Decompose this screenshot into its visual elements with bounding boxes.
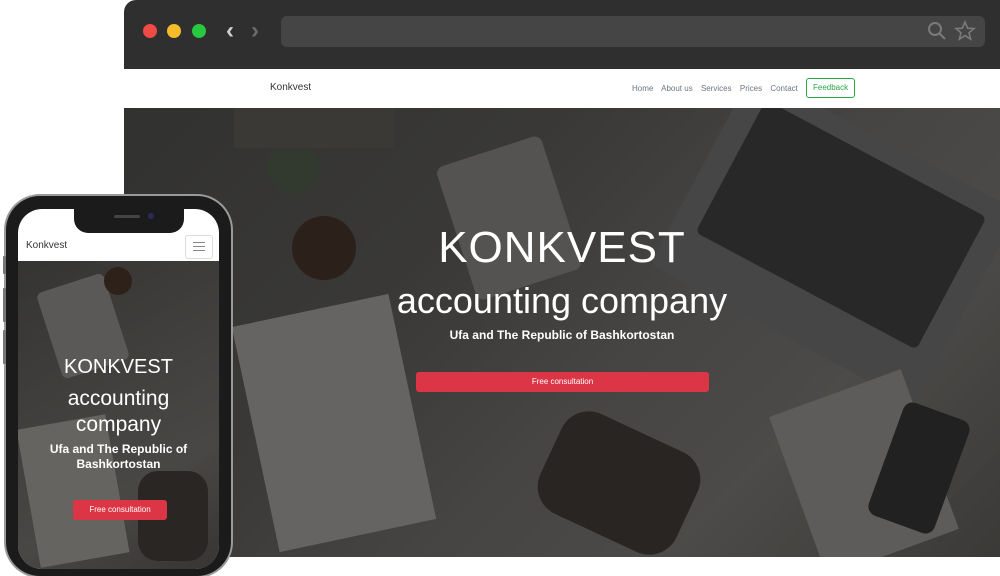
camera-icon [148, 213, 154, 219]
mobile-site-header: Konkvest [18, 233, 219, 262]
minimize-window-button[interactable] [167, 24, 181, 38]
phone-side-button [3, 330, 6, 364]
hero-subtitle: accounting company [396, 280, 728, 321]
hero-title: KONKVEST [438, 223, 686, 272]
browser-toolbar: ‹ › [124, 0, 1000, 69]
mobile-hero-title: KONKVEST [64, 356, 173, 378]
site-nav: Home About us Services Prices Contact [632, 84, 804, 93]
feedback-button[interactable]: Feedback [806, 78, 856, 98]
mobile-hero-subtitle: accounting company [67, 387, 170, 436]
star-icon[interactable] [954, 20, 976, 42]
nav-link-home[interactable]: Home [632, 84, 653, 93]
mobile-free-consultation-button[interactable]: Free consultation [73, 500, 167, 520]
mobile-hero-section: KONKVEST accounting company Ufa and The … [18, 261, 219, 569]
phone-notch [74, 209, 184, 233]
nav-link-prices[interactable]: Prices [740, 84, 762, 93]
hero-location: Ufa and The Republic of Bashkortostan [449, 328, 675, 342]
phone-side-button [3, 288, 6, 322]
chevron-left-icon[interactable]: ‹ [226, 17, 234, 45]
chevron-right-icon[interactable]: › [251, 17, 259, 45]
phone-speaker [114, 215, 140, 218]
mobile-hero-location: Ufa and The Republic of Bashkortostan [49, 442, 188, 471]
maximize-window-button[interactable] [192, 24, 206, 38]
free-consultation-button[interactable]: Free consultation [416, 372, 709, 392]
nav-link-services[interactable]: Services [701, 84, 732, 93]
desktop-browser-mockup: ‹ › Konkvest Home About us Services Pric… [124, 0, 1000, 557]
nav-link-contact[interactable]: Contact [770, 84, 798, 93]
site-header: Konkvest Home About us Services Prices C… [124, 69, 1000, 109]
mobile-phone-mockup: Konkvest KONKVEST accounting company Ufa… [3, 196, 231, 576]
site-logo[interactable]: Konkvest [270, 82, 311, 93]
phone-side-button [3, 256, 6, 274]
address-bar[interactable] [281, 16, 985, 47]
nav-link-about[interactable]: About us [661, 84, 693, 93]
mobile-site-logo[interactable]: Konkvest [26, 240, 67, 251]
hamburger-menu-icon[interactable] [185, 235, 213, 259]
close-window-button[interactable] [143, 24, 157, 38]
phone-screen: Konkvest KONKVEST accounting company Ufa… [18, 209, 219, 569]
search-icon[interactable] [926, 20, 948, 42]
hero-section: KONKVEST accounting company Ufa and The … [124, 108, 1000, 557]
